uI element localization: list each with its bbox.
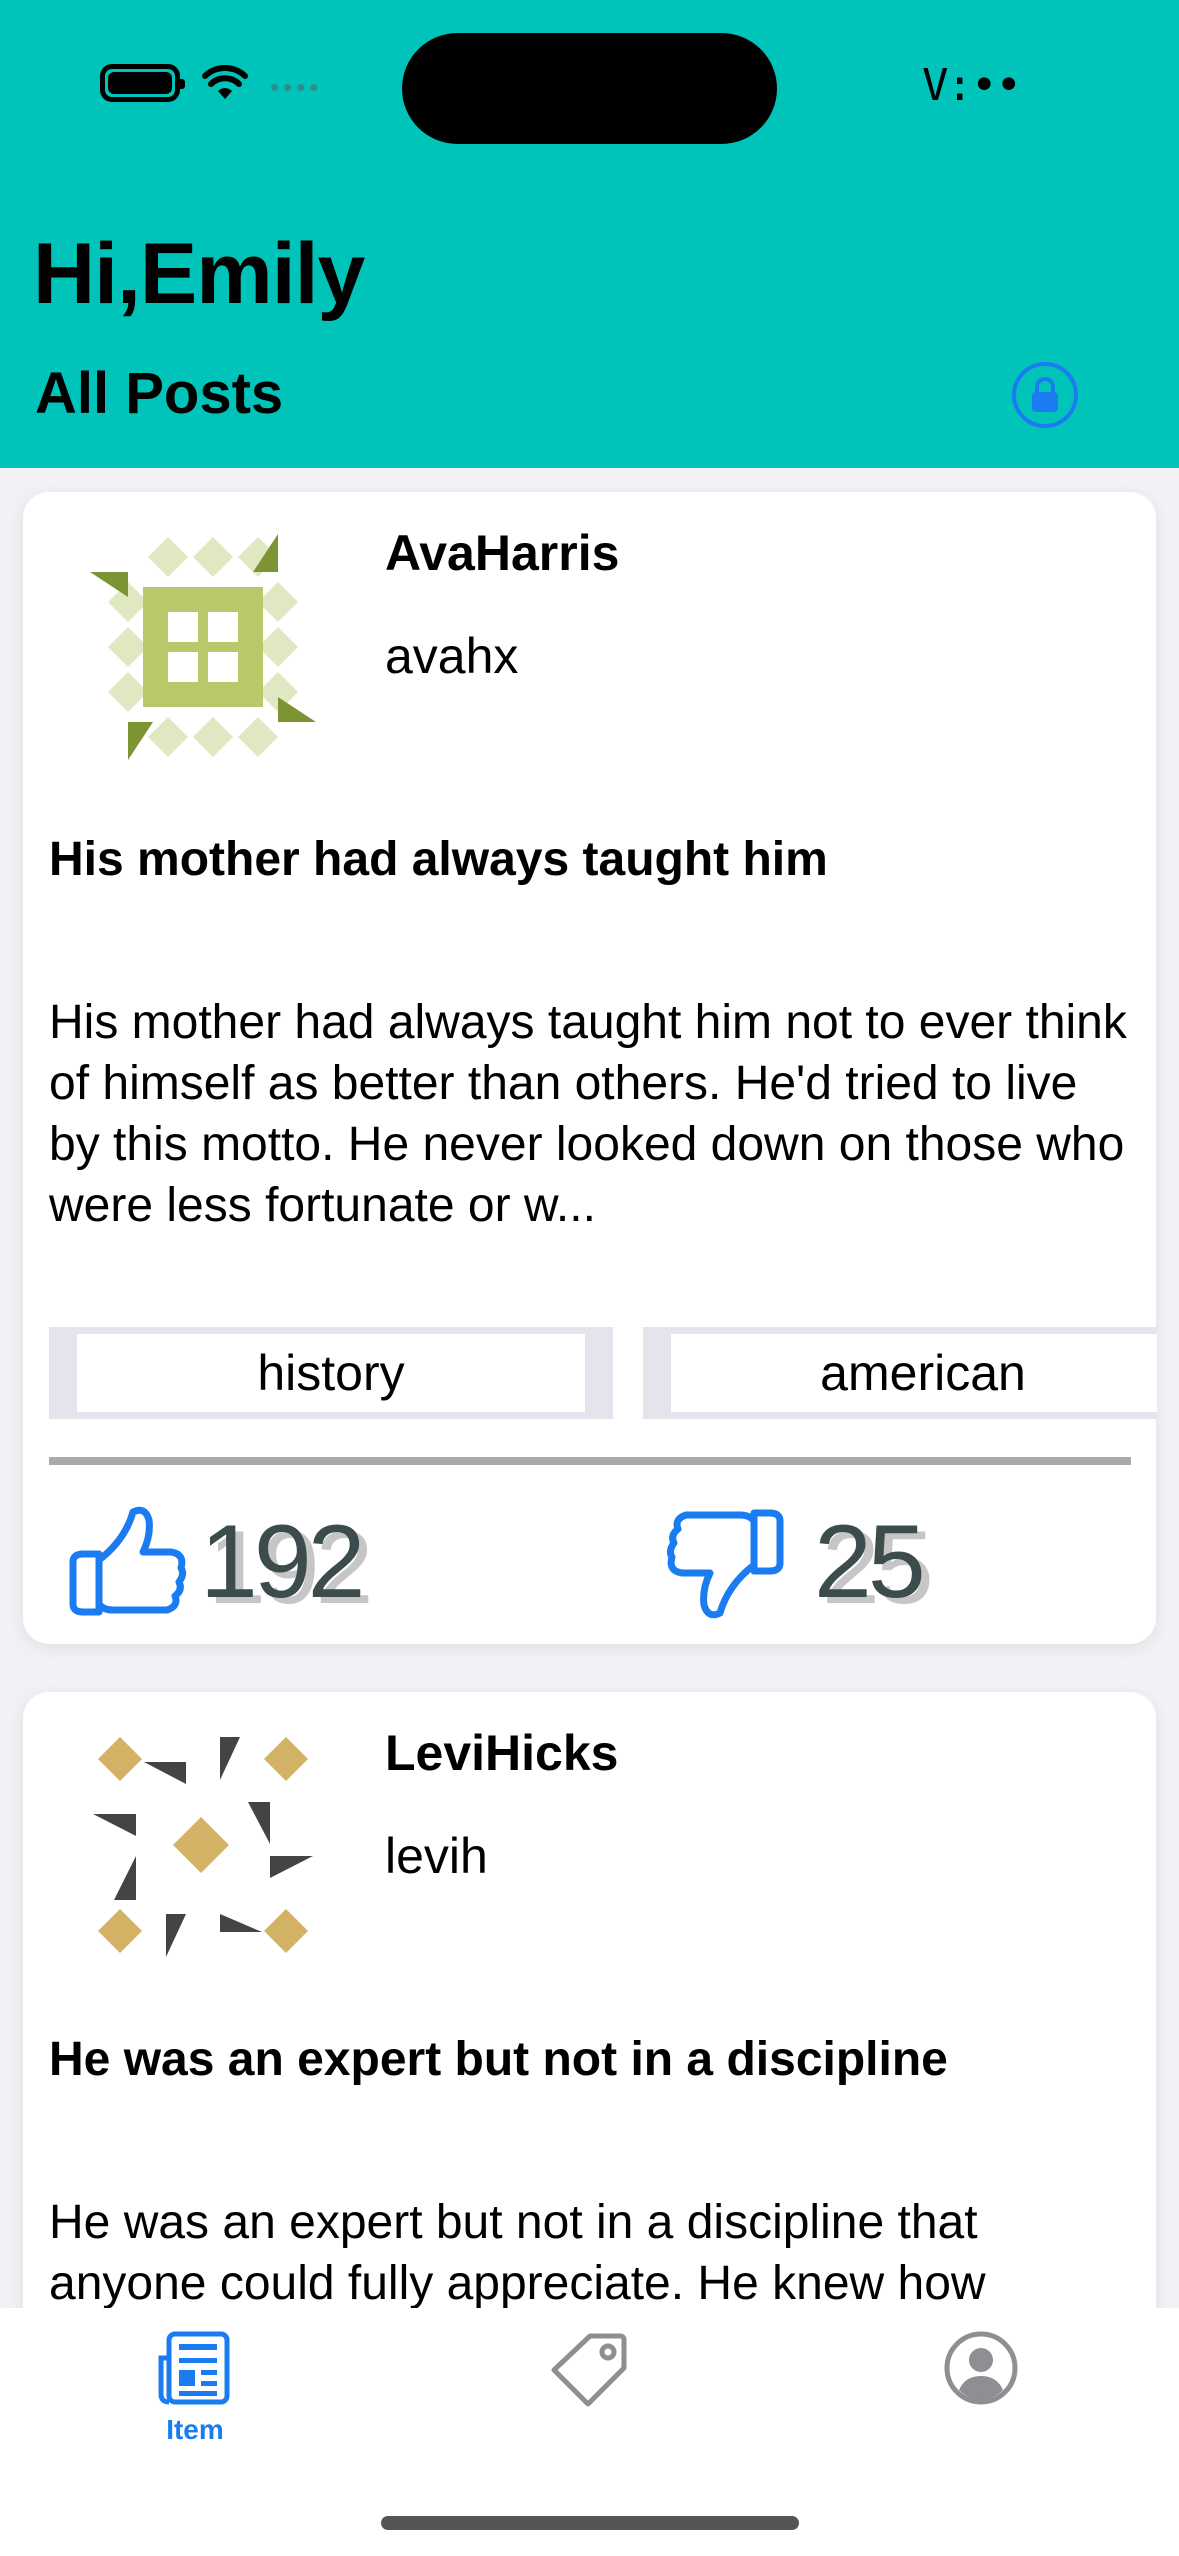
cellular-signal: ••••: [270, 72, 323, 102]
thumbs-down-icon: [666, 1509, 784, 1619]
dynamic-island: [402, 33, 777, 144]
person-circle-icon: [944, 2331, 1018, 2405]
post-body: His mother had always taught him not to …: [49, 996, 1127, 1232]
status-bar-left: ••••: [100, 62, 322, 103]
avatar: [90, 534, 316, 760]
dislike-button[interactable]: 25: [665, 1500, 926, 1625]
author-name: LeviHicks: [385, 1725, 619, 1781]
tag-label: american: [671, 1334, 1157, 1412]
tag-list[interactable]: history american: [49, 1327, 1157, 1419]
lock-button[interactable]: [1012, 362, 1078, 428]
home-indicator: [381, 2516, 799, 2530]
like-count: 192: [200, 1504, 366, 1620]
thumbs-up-icon: [69, 1506, 187, 1616]
author-handle: levih: [385, 1828, 488, 1884]
divider: [49, 1457, 1131, 1465]
newspaper-icon: [158, 2331, 230, 2405]
lock-icon: [1032, 377, 1058, 412]
posts-feed[interactable]: AvaHarris avahx His mother had always ta…: [0, 468, 1179, 2308]
post-title: His mother had always taught him: [49, 833, 828, 886]
author-handle: avahx: [385, 628, 519, 684]
header: •••• V:•• Hi,Emily All Posts: [0, 0, 1179, 468]
post-card[interactable]: LeviHicks levih He was an expert but not…: [23, 1692, 1156, 2308]
post-title: He was an expert but not in a discipline: [49, 2033, 948, 2086]
tab-profile[interactable]: [901, 2328, 1061, 2468]
tag-chip[interactable]: history: [49, 1327, 613, 1419]
tag-label: history: [77, 1334, 585, 1412]
avatar: [93, 1737, 313, 1957]
status-time: V:••: [922, 60, 1022, 111]
wifi-icon: [202, 64, 248, 99]
tab-tags[interactable]: [510, 2328, 670, 2468]
battery-icon: [100, 63, 185, 102]
page-title: All Posts: [35, 361, 284, 426]
tab-label: Item: [166, 2414, 224, 2445]
greeting: Hi,Emily: [33, 226, 365, 322]
tag-icon: [551, 2333, 627, 2407]
post-card[interactable]: AvaHarris avahx His mother had always ta…: [23, 492, 1157, 1644]
tag-chip[interactable]: american: [643, 1327, 1157, 1419]
tab-item[interactable]: Item: [115, 2328, 275, 2468]
dislike-count: 25: [814, 1504, 926, 1620]
post-body: He was an expert but not in a discipline…: [49, 2196, 986, 2308]
author-name: AvaHarris: [385, 525, 620, 581]
like-button[interactable]: 192: [63, 1500, 366, 1625]
